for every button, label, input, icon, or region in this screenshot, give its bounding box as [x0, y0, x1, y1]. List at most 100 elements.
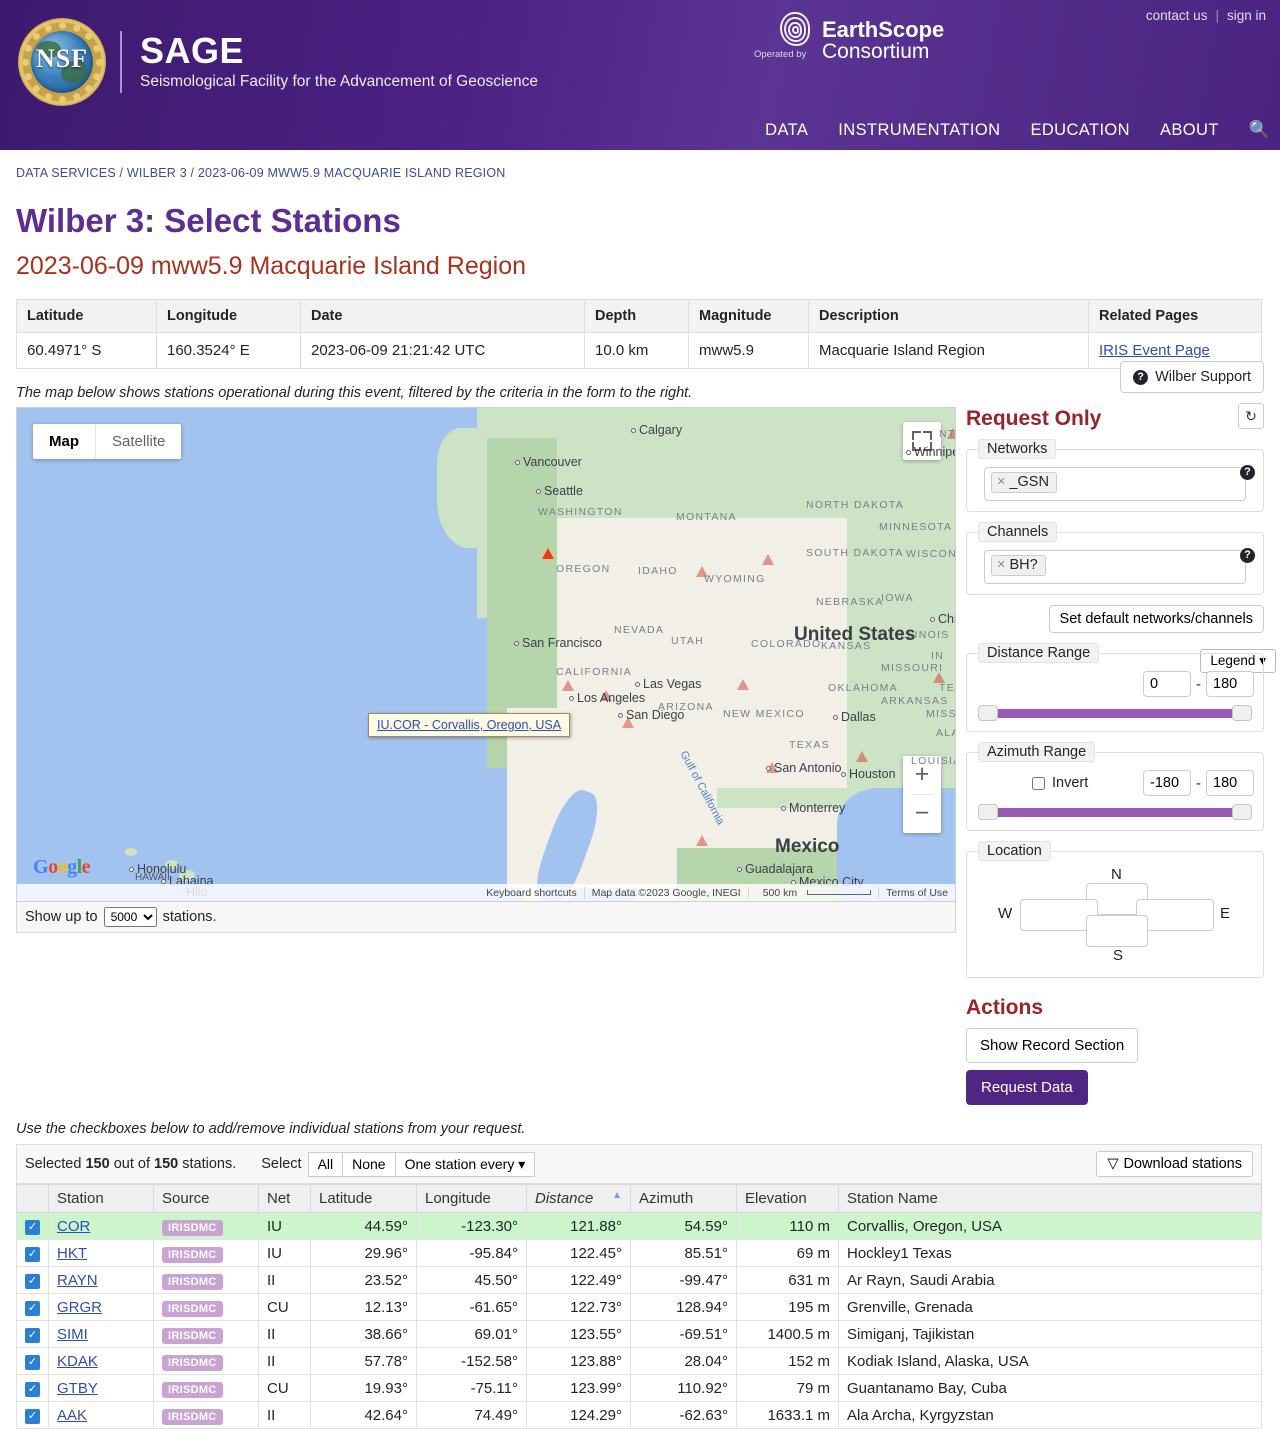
azimuth-slider-handle-min[interactable] [978, 804, 998, 820]
remove-token-icon[interactable]: × [997, 557, 1005, 573]
station-link[interactable]: GRGR [57, 1299, 102, 1316]
refresh-icon[interactable]: ↻ [1238, 403, 1264, 429]
map-zoom-controls[interactable]: + − [903, 756, 941, 833]
azimuth-min-input[interactable] [1143, 770, 1191, 796]
station-checkbox[interactable]: ✓ [25, 1382, 40, 1397]
header-station-name[interactable]: Station Name [838, 1184, 1262, 1213]
row-checkbox-cell[interactable]: ✓ [16, 1320, 49, 1348]
station-checkbox[interactable]: ✓ [25, 1301, 40, 1316]
map-type-switcher[interactable]: Map Satellite [33, 424, 182, 459]
table-row[interactable]: ✓ HKT IRISDMC IU 29.96° -95.84° 122.45° 85.51° 6… [16, 1239, 1262, 1267]
cell-station[interactable]: HKT [48, 1239, 154, 1267]
breadcrumb-item-wilber-3[interactable]: WILBER 3 [127, 166, 187, 180]
table-row[interactable]: ✓ SIMI IRISDMC II 38.66° 69.01° 123.55° -69.51°… [16, 1320, 1262, 1348]
location-south-input[interactable] [1086, 915, 1148, 947]
table-row[interactable]: ✓ AAK IRISDMC II 42.64° 74.49° 124.29° -62.63° 1… [16, 1401, 1262, 1429]
set-default-networks-channels-button[interactable]: Set default networks/channels [1048, 605, 1264, 633]
nav-item-education[interactable]: EDUCATION [1030, 121, 1130, 140]
row-checkbox-cell[interactable]: ✓ [16, 1374, 49, 1402]
earthscope-logo[interactable]: Operated by EarthScope Consortium [754, 10, 944, 62]
map-station-marker[interactable] [737, 679, 749, 690]
cell-station[interactable]: GRGR [48, 1293, 154, 1321]
table-row[interactable]: ✓ COR IRISDMC IU 44.59° -123.30° 121.88° 54.59°… [16, 1212, 1262, 1240]
row-checkbox-cell[interactable]: ✓ [16, 1266, 49, 1294]
table-row[interactable]: ✓ KDAK IRISDMC II 57.78° -152.58° 123.88° 28.04… [16, 1347, 1262, 1375]
map-station-marker[interactable] [696, 835, 708, 846]
header-distance[interactable]: Distance ▲ [526, 1184, 631, 1213]
station-link[interactable]: KDAK [57, 1353, 98, 1370]
contact-us-link[interactable]: contact us [1146, 8, 1208, 23]
map-station-marker[interactable] [562, 680, 574, 691]
map-station-marker[interactable] [542, 548, 554, 559]
channel-token[interactable]: × BH? [991, 555, 1046, 576]
zoom-out-button[interactable]: − [903, 795, 941, 833]
network-token[interactable]: × _GSN [991, 472, 1057, 493]
table-row[interactable]: ✓ GTBY IRISDMC CU 19.93° -75.11° 123.99° 110.92… [16, 1374, 1262, 1402]
distance-max-input[interactable] [1206, 671, 1254, 697]
table-row[interactable]: ✓ RAYN IRISDMC II 23.52° 45.50° 122.49° -99.47°… [16, 1266, 1262, 1294]
row-checkbox-cell[interactable]: ✓ [16, 1347, 49, 1375]
header-latitude[interactable]: Latitude [310, 1184, 417, 1213]
header-station[interactable]: Station [48, 1184, 154, 1213]
distance-min-input[interactable] [1143, 671, 1191, 697]
station-link[interactable]: COR [57, 1218, 90, 1235]
download-stations-button[interactable]: ▽ Download stations [1096, 1151, 1253, 1177]
select-all-button[interactable]: All [307, 1151, 344, 1177]
map-type-map[interactable]: Map [33, 424, 95, 459]
cell-station[interactable]: SIMI [48, 1320, 154, 1348]
station-link[interactable]: RAYN [57, 1272, 98, 1289]
cell-station[interactable]: COR [48, 1212, 154, 1240]
request-data-button[interactable]: Request Data [966, 1070, 1088, 1105]
show-record-section-button[interactable]: Show Record Section [966, 1028, 1139, 1063]
networks-input[interactable]: × _GSN [984, 467, 1246, 501]
keyboard-shortcuts-link[interactable]: Keyboard shortcuts [479, 887, 583, 899]
distance-slider-handle-max[interactable] [1232, 705, 1252, 721]
breadcrumb-item-data-services[interactable]: DATA SERVICES [16, 166, 116, 180]
header-azimuth[interactable]: Azimuth [630, 1184, 737, 1213]
info-window-station-link[interactable]: IU.COR - Corvallis, Oregon, USA [377, 718, 561, 732]
map-station-marker[interactable] [762, 554, 774, 565]
station-link[interactable]: HKT [57, 1245, 87, 1262]
distance-slider-handle-min[interactable] [978, 705, 998, 721]
remove-token-icon[interactable]: × [997, 474, 1005, 490]
header-elevation[interactable]: Elevation [736, 1184, 839, 1213]
map-station-marker[interactable] [856, 751, 868, 762]
networks-help-icon[interactable]: ? [1240, 465, 1255, 480]
station-checkbox[interactable]: ✓ [25, 1328, 40, 1343]
cell-station[interactable]: GTBY [48, 1374, 154, 1402]
select-one-every-button[interactable]: One station every ▾ [395, 1151, 536, 1177]
iris-event-page-link[interactable]: IRIS Event Page [1099, 342, 1210, 359]
azimuth-slider-handle-max[interactable] [1232, 804, 1252, 820]
cell-station[interactable]: KDAK [48, 1347, 154, 1375]
header-source[interactable]: Source [153, 1184, 259, 1213]
azimuth-range-slider[interactable] [978, 804, 1252, 820]
station-map[interactable]: Map Satellite + − Calgary Vancouver Seattl… [16, 407, 956, 902]
nav-item-data[interactable]: DATA [765, 121, 808, 140]
station-checkbox[interactable]: ✓ [25, 1220, 40, 1235]
station-info-window[interactable]: IU.COR - Corvallis, Oregon, USA [368, 713, 571, 737]
cell-station[interactable]: RAYN [48, 1266, 154, 1294]
row-checkbox-cell[interactable]: ✓ [16, 1293, 49, 1321]
select-none-button[interactable]: None [343, 1151, 396, 1177]
station-checkbox[interactable]: ✓ [25, 1247, 40, 1262]
row-checkbox-cell[interactable]: ✓ [16, 1212, 49, 1240]
station-checkbox[interactable]: ✓ [25, 1274, 40, 1289]
channels-help-icon[interactable]: ? [1240, 548, 1255, 563]
brand-logo[interactable]: NSF SAGE Seismological Facility for the … [18, 18, 538, 106]
header-longitude[interactable]: Longitude [416, 1184, 527, 1213]
nav-item-about[interactable]: ABOUT [1160, 121, 1219, 140]
station-checkbox[interactable]: ✓ [25, 1355, 40, 1370]
azimuth-max-input[interactable] [1206, 770, 1254, 796]
terms-of-use-link[interactable]: Terms of Use [878, 886, 955, 899]
breadcrumb-item-event[interactable]: 2023-06-09 MWW5.9 MACQUARIE ISLAND REGIO… [198, 166, 506, 180]
sign-in-link[interactable]: sign in [1227, 8, 1266, 23]
station-link[interactable]: GTBY [57, 1380, 98, 1397]
station-link[interactable]: AAK [57, 1407, 87, 1424]
row-checkbox-cell[interactable]: ✓ [16, 1401, 49, 1429]
invert-azimuth-checkbox[interactable] [1032, 776, 1045, 790]
station-checkbox[interactable]: ✓ [25, 1409, 40, 1424]
station-limit-select[interactable]: 5000 [103, 907, 157, 927]
header-net[interactable]: Net [258, 1184, 311, 1213]
channels-input[interactable]: × BH? [984, 550, 1246, 584]
cell-station[interactable]: AAK [48, 1401, 154, 1429]
